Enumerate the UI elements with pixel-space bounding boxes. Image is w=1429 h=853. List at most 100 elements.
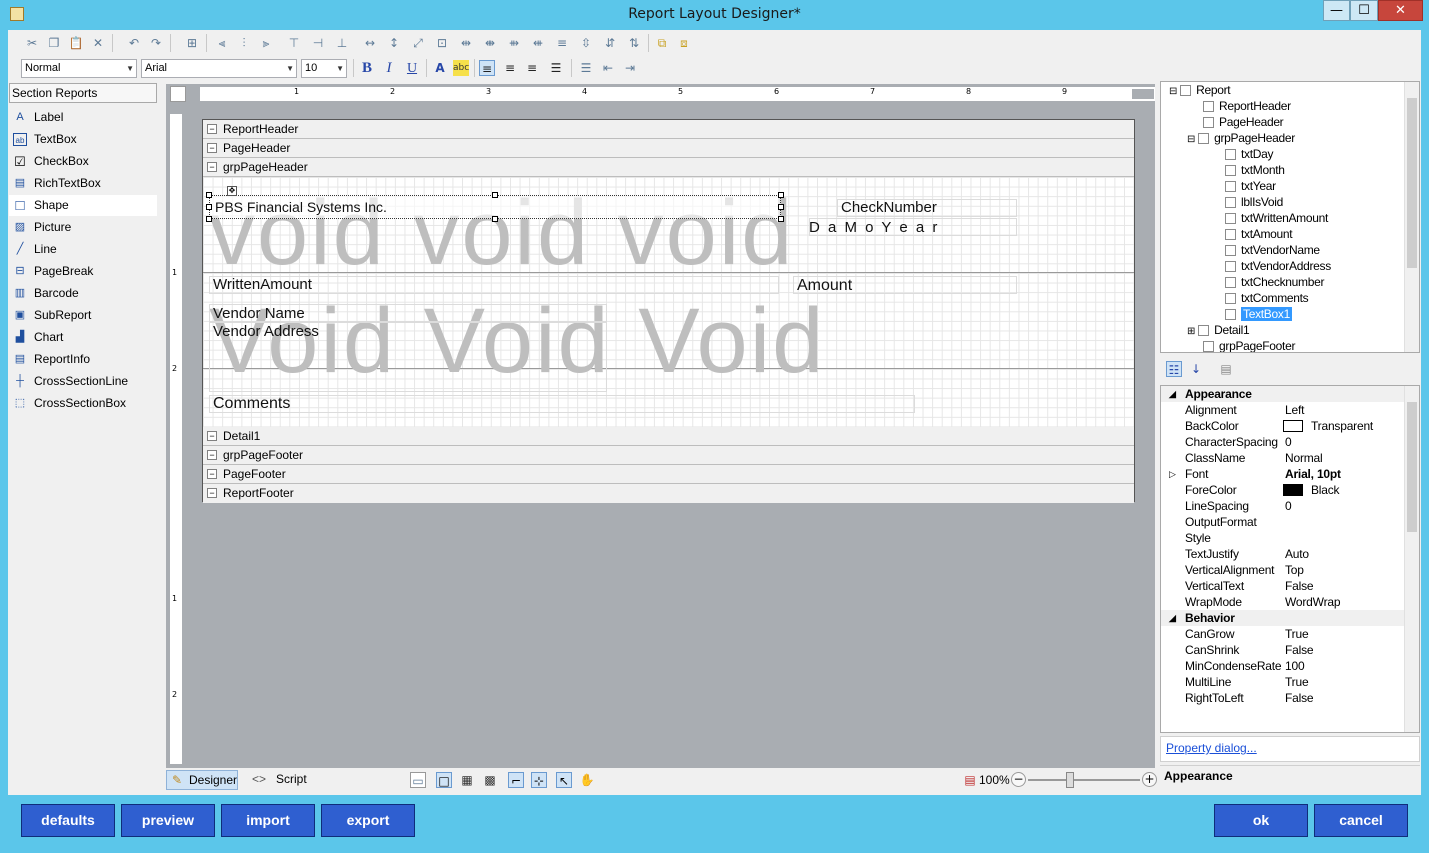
property-row[interactable]: VerticalText False xyxy=(1161,578,1406,594)
property-row[interactable]: Style xyxy=(1161,530,1406,546)
categorized-icon[interactable]: ☷ xyxy=(1166,361,1182,377)
snap-to-guides-icon[interactable]: ⌐ xyxy=(508,772,524,788)
band-grp-page-header[interactable]: − grpPageHeader xyxy=(203,158,1134,177)
tree-node[interactable]: txtChecknumber xyxy=(1225,274,1324,290)
align-rights-icon[interactable]: ⫸ xyxy=(258,35,274,51)
band-grp-page-footer[interactable]: − grpPageFooter xyxy=(203,446,1134,465)
same-height-icon[interactable]: ↕ xyxy=(386,35,402,51)
tree-node[interactable]: ReportHeader xyxy=(1203,98,1291,114)
expand-icon[interactable]: ▷ xyxy=(1169,466,1176,482)
script-tab[interactable]: <> Script xyxy=(248,770,318,790)
company-name-textbox[interactable]: PBS Financial Systems Inc. xyxy=(215,199,387,215)
bullets-icon[interactable]: ☰ xyxy=(578,60,594,76)
style-combo[interactable]: Normal ▼ xyxy=(21,59,137,78)
copy-icon[interactable]: ❐ xyxy=(46,35,62,51)
same-width-icon[interactable]: ↔ xyxy=(362,35,378,51)
tree-scrollbar[interactable] xyxy=(1404,82,1419,352)
property-value[interactable]: Black xyxy=(1311,482,1340,498)
toolbox-item-line[interactable]: ╱ Line xyxy=(9,239,157,260)
property-row[interactable]: OutputFormat xyxy=(1161,514,1406,530)
collapse-icon[interactable]: ◢ xyxy=(1169,610,1176,626)
horizontal-spacing-decrease-icon[interactable]: ⇻ xyxy=(506,35,522,51)
properties-scrollbar[interactable] xyxy=(1404,386,1419,732)
expander-icon[interactable]: ⊞ xyxy=(1187,326,1195,337)
toolbox-item-chart[interactable]: ▟ Chart xyxy=(9,327,157,348)
zoom-in-button[interactable]: + xyxy=(1142,772,1157,787)
size-to-grid-icon[interactable]: ⊡ xyxy=(434,35,450,51)
align-lefts-icon[interactable]: ⫷ xyxy=(214,35,230,51)
collapse-icon[interactable]: − xyxy=(207,143,217,153)
written-amount-field[interactable]: WrittenAmount xyxy=(213,276,312,293)
toolbox-item-shape[interactable]: □ Shape xyxy=(9,195,157,216)
tree-node[interactable]: txtDay xyxy=(1225,146,1274,162)
band-page-header[interactable]: − PageHeader xyxy=(203,139,1134,158)
date-fields[interactable]: D a M o Y e a r xyxy=(809,219,939,236)
close-button[interactable]: ✕ xyxy=(1378,0,1423,21)
resize-handle[interactable] xyxy=(778,192,784,198)
property-row[interactable]: TextJustify Auto xyxy=(1161,546,1406,562)
bold-button[interactable]: B xyxy=(357,59,377,78)
ruler-toggle-icon[interactable]: ▭ xyxy=(410,772,426,788)
tree-node[interactable]: grpPageFooter xyxy=(1203,338,1295,352)
property-category-appearance[interactable]: ◢ Appearance xyxy=(1161,386,1406,402)
maximize-button[interactable]: ☐ xyxy=(1350,0,1378,21)
resize-handle[interactable] xyxy=(492,216,498,222)
property-row[interactable]: CanShrink False xyxy=(1161,642,1406,658)
property-row[interactable]: WrapMode WordWrap xyxy=(1161,594,1406,610)
property-value[interactable]: False xyxy=(1285,690,1314,706)
tree-node[interactable]: txtMonth xyxy=(1225,162,1285,178)
property-value[interactable]: Left xyxy=(1285,402,1304,418)
defaults-button[interactable]: defaults xyxy=(21,804,115,837)
property-row[interactable]: CanGrow True xyxy=(1161,626,1406,642)
vendor-address-field[interactable]: Vendor Address xyxy=(213,323,319,340)
align-right-icon[interactable]: ≡ xyxy=(524,60,540,76)
grp-page-header-section[interactable]: void void void Void Void Void CheckNumbe… xyxy=(203,177,1134,427)
font-size-combo[interactable]: 10 ▼ xyxy=(301,59,347,78)
dimension-lines-icon[interactable]: □ xyxy=(436,772,452,788)
property-row[interactable]: Alignment Left xyxy=(1161,402,1406,418)
font-color-icon[interactable]: A xyxy=(432,60,448,76)
resize-handle[interactable] xyxy=(778,216,784,222)
toolbox-item-textbox[interactable]: ab TextBox xyxy=(9,129,157,150)
tree-node[interactable]: lblIsVoid xyxy=(1225,194,1283,210)
horizontal-spacing-increase-icon[interactable]: ⇼ xyxy=(482,35,498,51)
resize-handle[interactable] xyxy=(778,204,784,210)
alphabetical-icon[interactable]: ↓ xyxy=(1188,361,1204,377)
toolbox-item-checkbox[interactable]: ☑ CheckBox xyxy=(9,151,157,172)
toolbox-item-pagebreak[interactable]: ⊟ PageBreak xyxy=(9,261,157,282)
pointer-icon[interactable]: ↖ xyxy=(556,772,572,788)
tree-node[interactable]: txtVendorAddress xyxy=(1225,258,1331,274)
property-row[interactable]: CharacterSpacing 0 xyxy=(1161,434,1406,450)
expander-icon[interactable]: ⊟ xyxy=(1187,134,1195,145)
tree-node[interactable]: txtAmount xyxy=(1225,226,1293,242)
collapse-icon[interactable]: − xyxy=(207,162,217,172)
zoom-out-button[interactable]: − xyxy=(1011,772,1026,787)
export-button[interactable]: export xyxy=(321,804,415,837)
property-category-behavior[interactable]: ◢ Behavior xyxy=(1161,610,1406,626)
increase-indent-icon[interactable]: ⇥ xyxy=(622,60,638,76)
minimize-button[interactable]: — xyxy=(1323,0,1350,21)
property-grid[interactable]: ◢ Appearance Alignment Left BackColor Trans… xyxy=(1160,385,1420,733)
amount-field[interactable]: Amount xyxy=(797,277,852,295)
property-value[interactable]: Auto xyxy=(1285,546,1309,562)
collapse-icon[interactable]: − xyxy=(207,450,217,460)
band-page-footer[interactable]: − PageFooter xyxy=(203,465,1134,484)
vertical-spacing-equal-icon[interactable]: ≡ xyxy=(554,35,570,51)
import-button[interactable]: import xyxy=(221,804,315,837)
property-row[interactable]: ClassName Normal xyxy=(1161,450,1406,466)
toolbox-item-crosssectionline[interactable]: ┼ CrossSectionLine xyxy=(9,371,157,392)
toolbox-item-reportinfo[interactable]: ▤ ReportInfo xyxy=(9,349,157,370)
vertical-spacing-increase-icon[interactable]: ⇳ xyxy=(578,35,594,51)
property-value[interactable]: 0 xyxy=(1285,498,1292,514)
vertical-spacing-remove-icon[interactable]: ⇅ xyxy=(626,35,642,51)
collapse-icon[interactable]: ◢ xyxy=(1169,386,1176,402)
property-value[interactable]: WordWrap xyxy=(1285,594,1341,610)
align-centers-icon[interactable]: ⫶ xyxy=(236,35,252,51)
italic-button[interactable]: I xyxy=(379,59,399,78)
cancel-button[interactable]: cancel xyxy=(1314,804,1408,837)
check-number-field[interactable]: CheckNumber xyxy=(841,199,937,216)
tree-node-selected[interactable]: TextBox1 xyxy=(1225,306,1292,322)
align-left-icon[interactable]: ≡ xyxy=(479,60,495,76)
property-value[interactable]: True xyxy=(1285,626,1309,642)
toolbox-item-subreport[interactable]: ▣ SubReport xyxy=(9,305,157,326)
